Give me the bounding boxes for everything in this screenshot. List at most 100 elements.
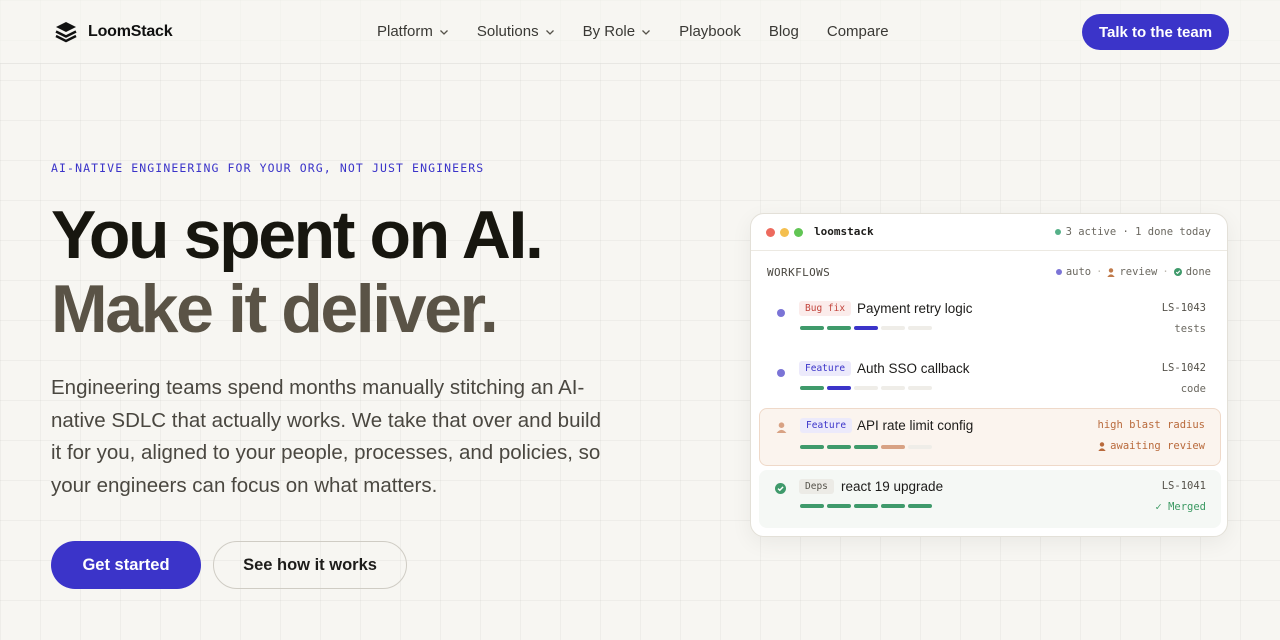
brand-logo[interactable]: LoomStack [54,20,173,44]
active-dot-icon [1054,229,1061,235]
headline-line-1: You spent on AI. [51,197,544,273]
workflow-stage: awaiting review [1098,440,1205,452]
person-icon [1107,267,1116,277]
workflow-legend: auto · review · done [1055,266,1211,278]
chevron-down-icon [642,29,651,35]
nav-item-label: Platform [377,23,433,40]
legend-done-label: done [1185,266,1211,278]
legend-done: done [1173,266,1211,278]
check-circle-icon [775,483,786,494]
auto-dot-icon [1055,269,1062,275]
workflow-row[interactable]: Bug fix Payment retry logic LS-1043 test… [759,292,1221,350]
progress-segment [908,386,932,390]
progress-segment [827,504,851,508]
nav-item-label: Playbook [679,23,741,40]
workflow-row-awaiting-review[interactable]: Feature API rate limit config high blast… [759,408,1221,466]
person-icon [1098,441,1106,451]
workflow-row-done[interactable]: Deps react 19 upgrade LS-1041 ✓ Merged [759,470,1221,528]
legend-auto-label: auto [1065,266,1092,278]
progress-segment [854,504,878,508]
top-nav: LoomStack Platform Solutions By Role Pla… [0,0,1280,64]
workflow-stage: ✓ Merged [1155,501,1206,513]
nav-item-playbook[interactable]: Playbook [679,23,741,40]
card-header: loomstack 3 active · 1 done today [751,214,1227,251]
nav-item-solutions[interactable]: Solutions [477,23,555,40]
chevron-down-icon [439,29,448,35]
workflow-stage-text: awaiting review [1110,440,1205,452]
nav-item-label: Solutions [476,23,539,40]
chevron-down-icon [545,29,554,35]
minimize-dot-icon [780,228,789,237]
get-started-button[interactable]: Get started [51,541,201,589]
progress-segment [800,504,824,508]
hero-lead: Engineering teams spend months manually … [51,376,601,497]
nav-item-compare[interactable]: Compare [827,23,889,40]
workflow-tag: Feature [800,418,853,433]
auto-status-icon [777,369,785,377]
progress-segment [800,445,824,449]
workflow-card: loomstack 3 active · 1 done today WORKFL… [750,213,1228,537]
nav-item-label: By Role [582,23,636,40]
workflow-id: LS-1042 [1161,362,1206,374]
workflow-title: Auth SSO callback [857,361,970,376]
person-icon [776,422,787,433]
progress-segment [908,504,932,508]
workflow-stage-text: ✓ Merged [1155,501,1206,513]
progress-bars [800,326,932,330]
progress-segment [854,386,878,390]
nav-item-blog[interactable]: Blog [769,23,799,40]
see-how-it-works-button[interactable]: See how it works [213,541,407,589]
nav-item-label: Blog [768,23,799,40]
hero-eyebrow: AI-NATIVE ENGINEERING FOR YOUR ORG, NOT … [51,161,485,175]
card-status: 3 active · 1 done today [1054,226,1211,238]
progress-segment [854,326,878,330]
legend-review: review [1107,266,1157,278]
workflow-tag: Feature [799,361,852,376]
workflow-row[interactable]: Feature Auth SSO callback LS-1042 code [759,352,1221,410]
legend-review-label: review [1119,266,1158,278]
hero-headline: You spent on AI. Make it deliver. [51,197,544,347]
workflow-tag: Bug fix [799,301,852,316]
maximize-dot-icon [794,228,803,237]
brand-name: LoomStack [88,23,173,40]
card-status-text: 3 active · 1 done today [1065,226,1211,238]
progress-segment [800,386,824,390]
stack-logo-icon [55,22,77,43]
progress-segment [827,326,851,330]
nav-item-label: Compare [826,23,889,40]
workflow-title: react 19 upgrade [841,479,944,494]
progress-segment [800,326,824,330]
window-controls [766,228,803,237]
workflow-stage: code [1181,383,1206,395]
progress-bars [800,445,932,449]
headline-line-2: Make it deliver. [51,271,499,347]
workflow-stage-text: code [1180,383,1206,395]
workflow-id: LS-1043 [1161,302,1206,314]
card-title: loomstack [814,225,874,238]
progress-segment [854,445,878,449]
progress-segment [881,445,905,449]
nav-item-by-role[interactable]: By Role [583,23,652,40]
progress-segment [827,386,851,390]
progress-segment [881,326,905,330]
legend-auto: auto [1055,266,1092,278]
talk-to-team-button[interactable]: Talk to the team [1082,14,1229,50]
progress-segment [827,445,851,449]
progress-bars [800,504,932,508]
progress-segment [908,445,932,449]
auto-status-icon [777,309,785,317]
workflow-stage: tests [1174,323,1206,335]
progress-segment [881,504,905,508]
workflow-title: API rate limit config [857,418,974,433]
workflow-tag: Deps [799,479,834,494]
check-circle-icon [1173,268,1182,276]
progress-segment [908,326,932,330]
main-menu: Platform Solutions By Role Playbook Blog… [377,23,889,40]
close-dot-icon [766,228,775,237]
progress-bars [800,386,932,390]
workflow-id: LS-1041 [1161,480,1206,492]
workflows-heading: WORKFLOWS [767,266,831,279]
workflow-stage-text: tests [1174,323,1206,335]
nav-item-platform[interactable]: Platform [377,23,449,40]
workflow-title: Payment retry logic [857,301,973,316]
